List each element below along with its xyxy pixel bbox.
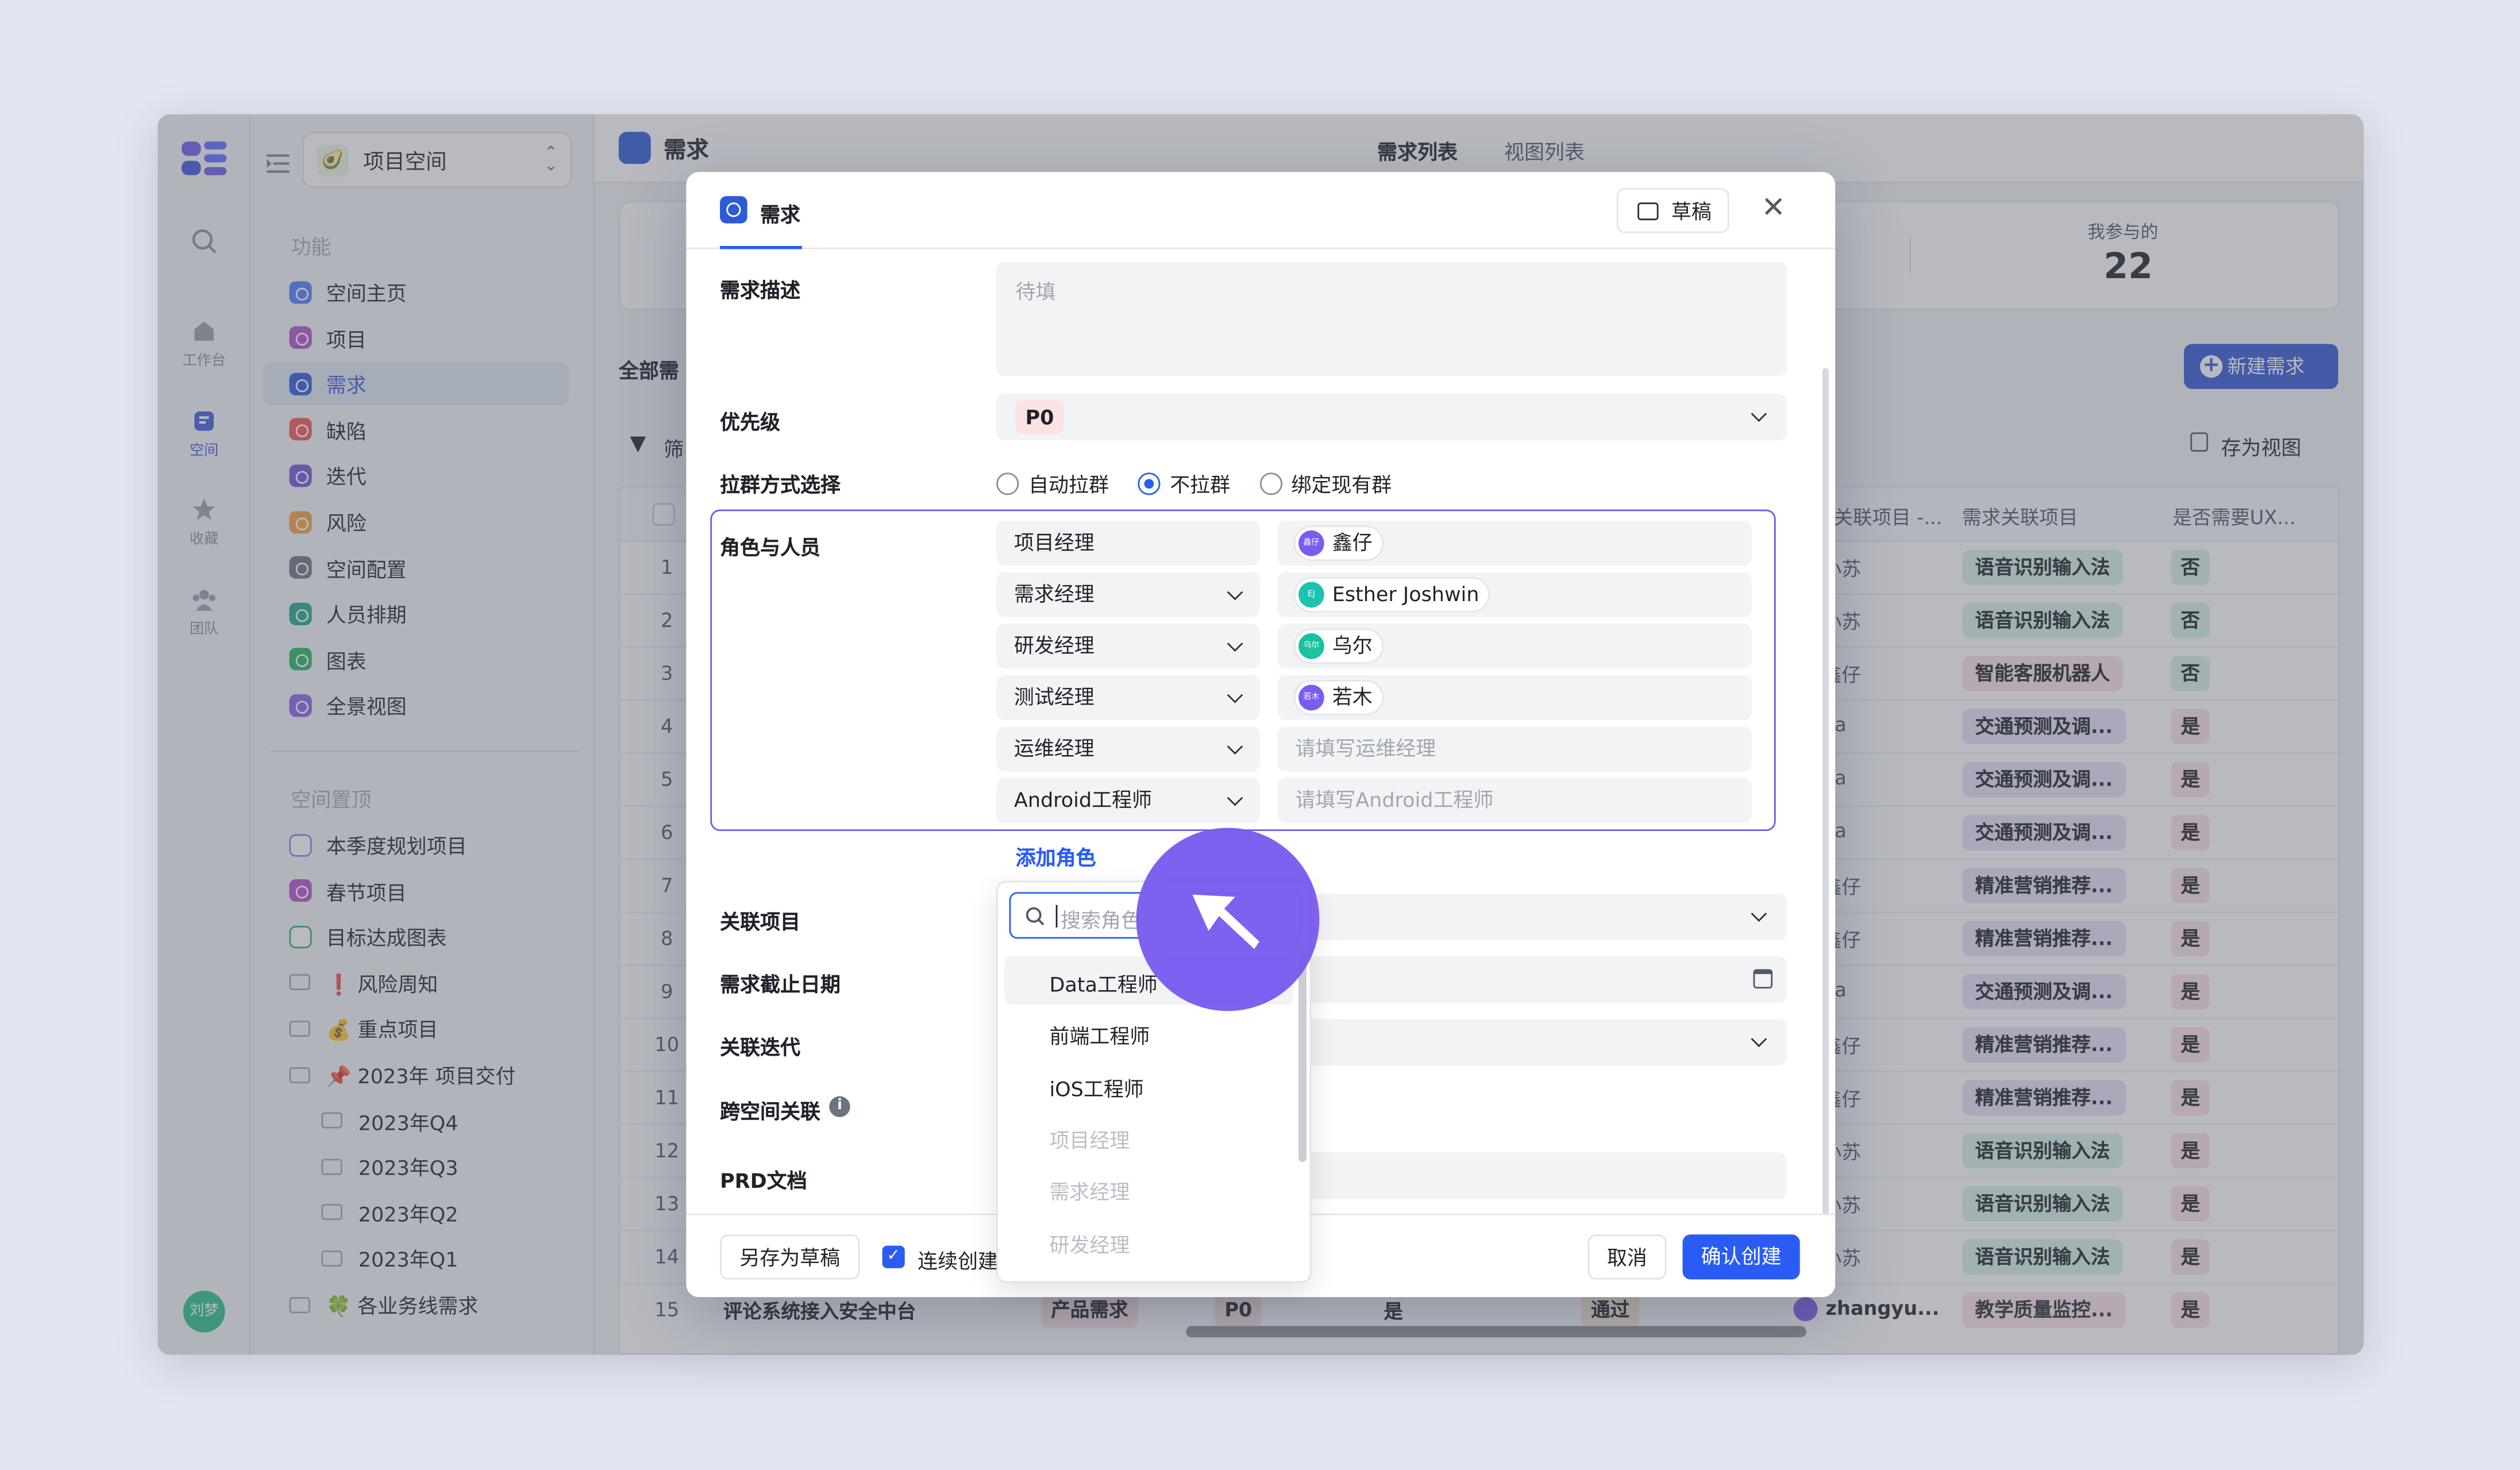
radio-label: 不拉群	[1170, 472, 1231, 497]
deadline-label: 需求截止日期	[720, 972, 841, 997]
draft-label: 草稿	[1671, 199, 1712, 224]
person-picker[interactable]: 鑫仔 鑫仔	[1277, 521, 1752, 566]
person-name: 若木	[1332, 684, 1373, 709]
priority-label: 优先级	[720, 410, 780, 434]
role-name: Android工程师	[1014, 787, 1152, 812]
chevron-down-icon	[1227, 636, 1243, 652]
person-picker[interactable]: 请填写Android工程师	[1277, 778, 1752, 823]
arrow-cursor-icon	[1192, 894, 1259, 949]
radio-no-group[interactable]: 不拉群	[1138, 472, 1230, 497]
radio-auto-group[interactable]: 自动拉群	[996, 472, 1109, 497]
person-avatar: EJ	[1298, 582, 1324, 608]
roles-label: 角色与人员	[720, 535, 820, 560]
person-chip[interactable]: 若木 若木	[1293, 680, 1384, 715]
person-placeholder: 请填写运维经理	[1295, 736, 1436, 760]
inbox-icon	[1637, 202, 1659, 221]
person-avatar: 若木	[1298, 684, 1324, 711]
radio-icon	[996, 472, 1019, 495]
person-name: 鑫仔	[1332, 530, 1373, 555]
role-name: 需求经理	[1014, 582, 1095, 606]
person-placeholder: 请填写Android工程师	[1295, 787, 1494, 812]
role-option[interactable]: Data工程师	[1049, 968, 1157, 998]
cancel-button[interactable]: 取消	[1587, 1234, 1667, 1280]
role-option[interactable]: iOS工程师	[1049, 1071, 1143, 1102]
role-option: 项目经理	[1049, 1128, 1130, 1153]
role-name: 项目经理	[1014, 530, 1095, 555]
dropdown-scrollbar[interactable]	[1298, 953, 1307, 1163]
role-select[interactable]: 运维经理	[996, 726, 1260, 772]
prd-label: PRD文档	[720, 1168, 807, 1193]
person-avatar: 鑫仔	[1298, 530, 1324, 556]
role-select[interactable]: 需求经理	[996, 572, 1260, 618]
chevron-down-icon	[1227, 687, 1243, 703]
active-tab-underline	[720, 245, 802, 249]
chevron-down-icon	[1751, 906, 1767, 922]
person-name: 乌尔	[1332, 633, 1373, 657]
radio-bind-group[interactable]: 绑定现有群	[1259, 472, 1392, 497]
search-icon	[1026, 907, 1045, 926]
person-chip[interactable]: 乌尔 乌尔	[1293, 628, 1384, 664]
save-as-draft-button[interactable]: 另存为草稿	[720, 1234, 860, 1280]
group-label: 拉群方式选择	[720, 472, 841, 497]
role-name: 研发经理	[1014, 633, 1095, 657]
chevron-down-icon	[1227, 738, 1243, 755]
add-role-link[interactable]: 添加角色	[1016, 841, 1096, 871]
person-picker[interactable]: 若木 若木	[1277, 675, 1752, 721]
requirement-icon	[720, 196, 747, 224]
priority-select[interactable]: P0	[996, 394, 1787, 441]
chevron-down-icon	[1751, 1031, 1767, 1048]
person-picker[interactable]: 请填写运维经理	[1277, 726, 1752, 772]
iteration-label: 关联迭代	[720, 1035, 800, 1060]
confirm-create-button[interactable]: 确认创建	[1682, 1234, 1800, 1280]
cursor-pointer-highlight	[1136, 828, 1320, 1011]
related-project-label: 关联项目	[720, 910, 800, 934]
radio-label: 绑定现有群	[1291, 472, 1392, 497]
role-name: 运维经理	[1014, 736, 1095, 760]
dialog-tab-title[interactable]: 需求	[760, 198, 800, 228]
person-name: Esther Joshwin	[1332, 582, 1479, 606]
radio-selected-icon	[1138, 472, 1161, 495]
chevron-down-icon	[1227, 584, 1243, 601]
radio-icon	[1259, 472, 1282, 495]
role-select[interactable]: 项目经理	[996, 521, 1260, 566]
person-chip[interactable]: 鑫仔 鑫仔	[1293, 525, 1384, 561]
person-picker[interactable]: 乌尔 乌尔	[1277, 624, 1752, 669]
person-chip[interactable]: EJ Esther Joshwin	[1293, 577, 1491, 613]
role-option: 研发经理	[1049, 1232, 1130, 1256]
radio-label: 自动拉群	[1028, 472, 1109, 497]
cross-space-label: 跨空间关联	[720, 1099, 820, 1124]
role-select[interactable]: 测试经理	[996, 675, 1260, 721]
draft-button[interactable]: 草稿	[1616, 188, 1729, 233]
role-select[interactable]: 研发经理	[996, 624, 1260, 669]
close-icon[interactable]: ✕	[1762, 191, 1786, 225]
role-name: 测试经理	[1014, 684, 1095, 709]
continuous-create-label[interactable]: 连续创建	[918, 1244, 998, 1275]
priority-tag: P0	[1015, 400, 1064, 434]
text-caret	[1055, 905, 1058, 928]
chevron-down-icon	[1227, 790, 1243, 806]
search-placeholder: 搜索角色	[1061, 908, 1141, 933]
role-select[interactable]: Android工程师	[996, 778, 1260, 823]
role-option: 需求经理	[1049, 1180, 1130, 1205]
modal-scrollbar[interactable]	[1822, 368, 1829, 1220]
description-textarea[interactable]: 待填	[996, 261, 1787, 376]
info-icon[interactable]: i	[829, 1096, 850, 1117]
person-picker[interactable]: EJ Esther Joshwin	[1277, 572, 1752, 618]
person-avatar: 乌尔	[1298, 633, 1324, 659]
dialog-header: 需求 草稿 ✕	[686, 172, 1836, 249]
desc-label: 需求描述	[720, 278, 800, 302]
calendar-icon	[1753, 969, 1773, 989]
continuous-create-checkbox[interactable]: ✓	[882, 1245, 905, 1268]
group-radio-group: 自动拉群 不拉群 绑定现有群	[996, 468, 1392, 498]
role-option[interactable]: 前端工程师	[1049, 1019, 1150, 1050]
chevron-down-icon	[1751, 406, 1767, 422]
